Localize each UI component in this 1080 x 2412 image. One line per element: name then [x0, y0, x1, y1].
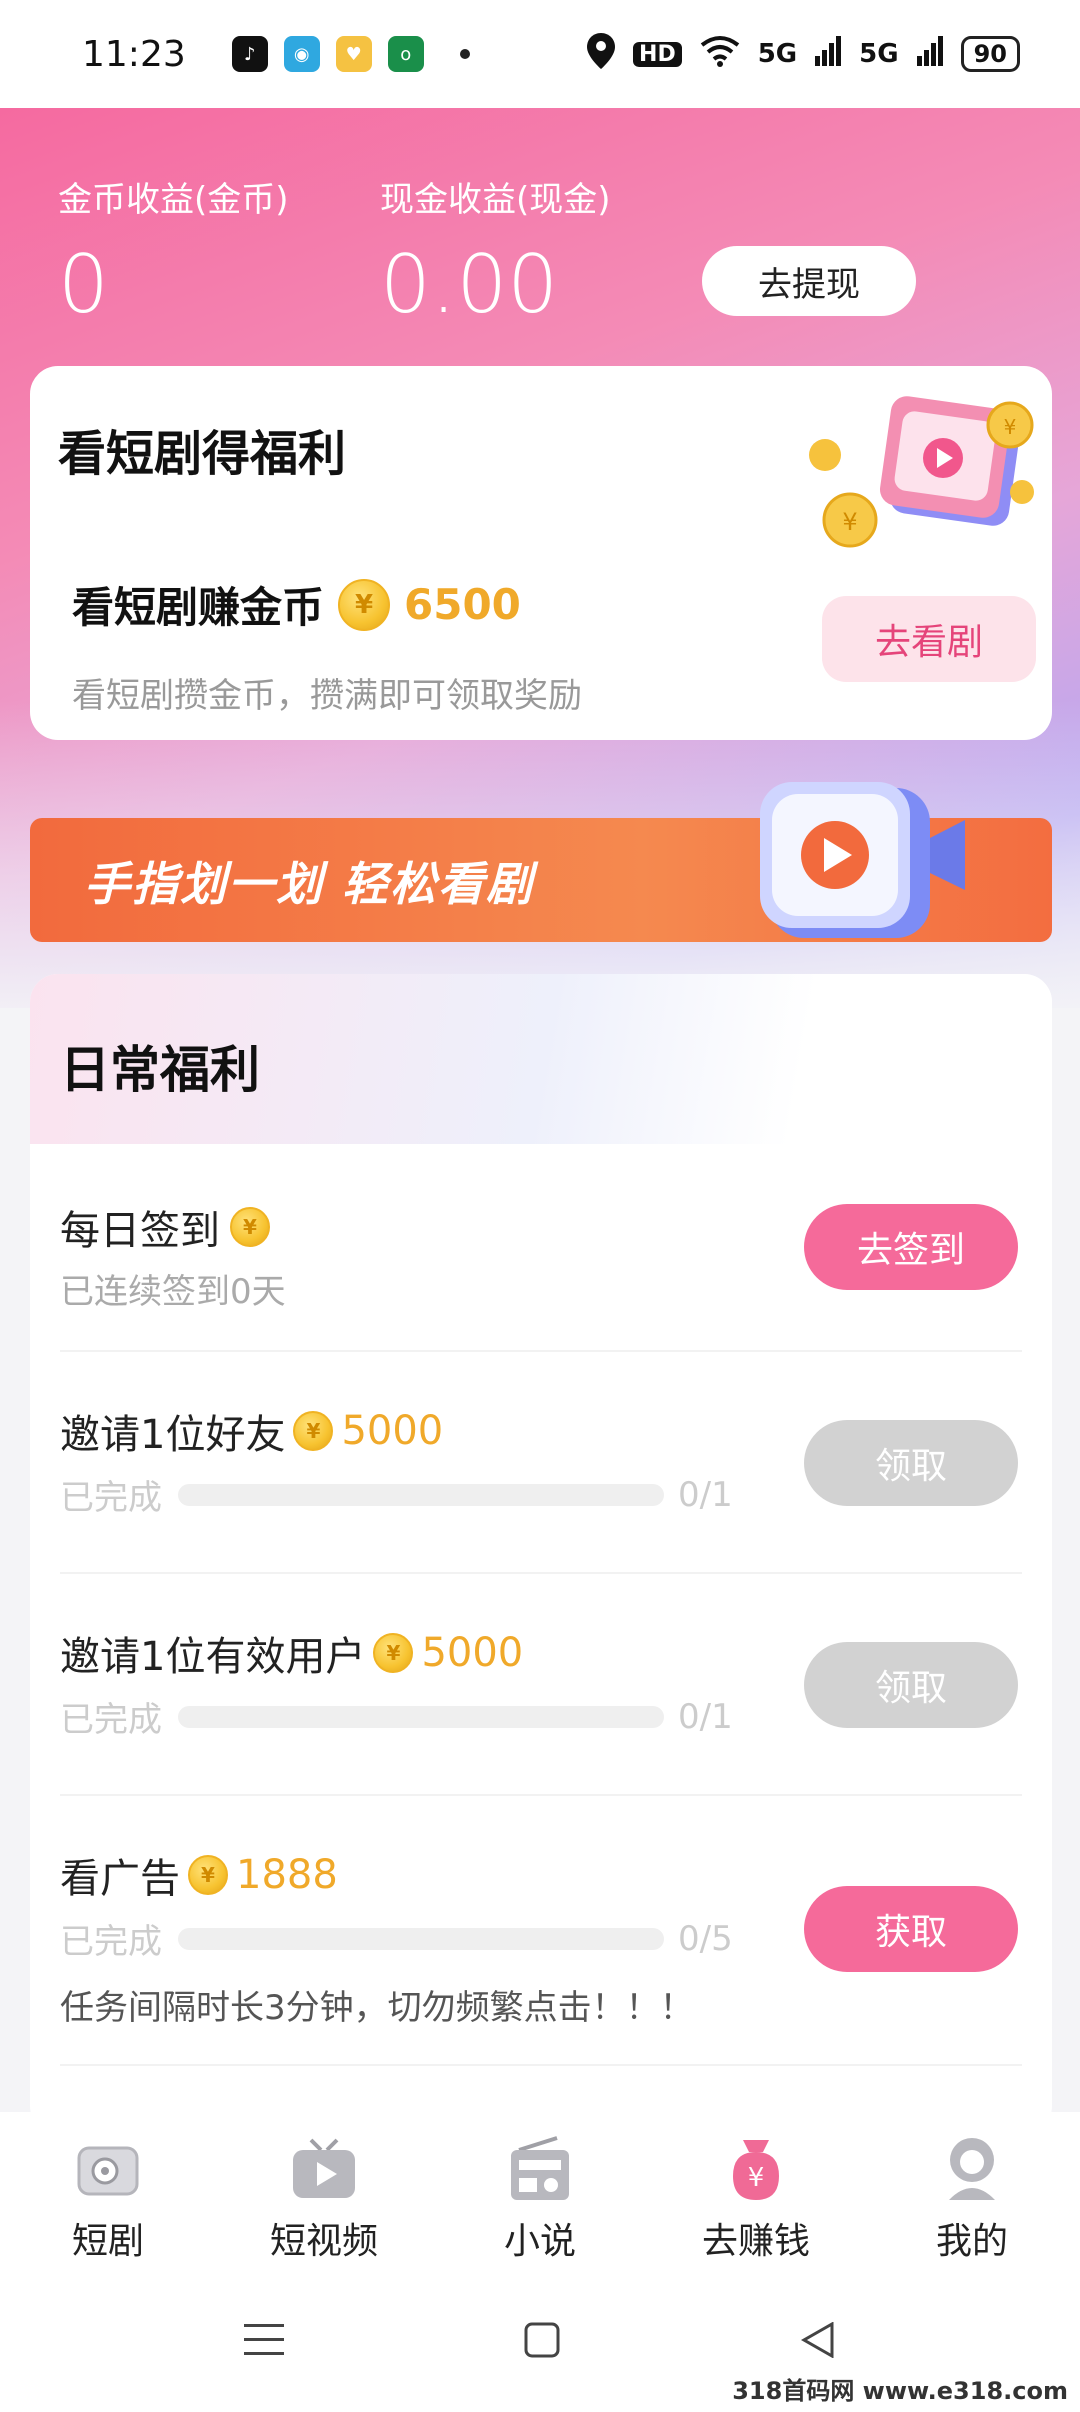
- signal-5g-icon-2: 5G: [859, 39, 899, 69]
- video-play-icon: [750, 778, 980, 948]
- claim-invite-button[interactable]: 领取: [804, 1420, 1018, 1506]
- tab-novel[interactable]: 小说: [432, 2134, 648, 2264]
- withdraw-button[interactable]: 去提现: [702, 246, 916, 316]
- task-title: 邀请1位好友 ¥ 5000: [60, 1402, 443, 1460]
- drama-coin-amount: 6500: [404, 580, 521, 629]
- home-icon[interactable]: [524, 2322, 560, 2362]
- task-coin-amount: 5000: [421, 1630, 524, 1676]
- bottom-tab-bar: 短剧 短视频 小说 ¥ 去赚钱 我的: [0, 2112, 1080, 2272]
- task-status: 已完成: [60, 1922, 162, 1962]
- banner-text: 手指划一划 轻松看剧: [84, 857, 535, 911]
- daily-title: 日常福利: [60, 1041, 260, 1099]
- drama-icon: [73, 2134, 143, 2204]
- money-bag-icon: ¥: [721, 2134, 791, 2204]
- progress-count: 0/5: [678, 1918, 733, 1959]
- task-title-text: 邀请1位好友: [60, 1412, 286, 1458]
- swipe-banner[interactable]: 手指划一划 轻松看剧: [30, 782, 1052, 942]
- svg-text:¥: ¥: [1004, 415, 1017, 439]
- watermark: 318首码网 www.e318.com: [732, 2377, 1068, 2405]
- watch-drama-button[interactable]: 去看剧: [822, 596, 1036, 682]
- daily-header: 日常福利: [30, 974, 1052, 1144]
- coin-icon: ¥: [188, 1855, 228, 1895]
- progress-bar: [178, 1705, 664, 1728]
- signal-5g-icon: 5G: [757, 39, 798, 69]
- task-progress: 已完成 0/5: [60, 1914, 733, 1963]
- divider: [60, 2064, 1022, 2066]
- status-indicators: HD 5G 5G 90: [587, 32, 1020, 76]
- coin-icon: ¥: [338, 578, 391, 631]
- coin-earnings-value: 0: [58, 238, 109, 331]
- tab-label: 去赚钱: [701, 2221, 810, 2262]
- cash-earnings-label: 现金收益(现金): [380, 180, 611, 220]
- signal-bars-icon-2: [916, 35, 943, 73]
- task-title: 邀请1位有效用户 ¥ 5000: [60, 1624, 523, 1682]
- wifi-icon: [700, 35, 740, 74]
- task-progress: 已完成 0/1: [60, 1692, 733, 1741]
- task-title-text: 每日签到: [60, 1208, 220, 1254]
- tv-illustration-icon: ¥ ¥: [790, 380, 1040, 580]
- svg-text:¥: ¥: [842, 508, 857, 536]
- task-coin-amount: 1888: [236, 1852, 338, 1898]
- svg-text:¥: ¥: [748, 2163, 765, 2193]
- coin-icon: ¥: [230, 1207, 270, 1247]
- task-title-text: 邀请1位有效用户: [60, 1634, 366, 1680]
- battery-icon: 90: [960, 36, 1020, 72]
- get-ad-reward-button[interactable]: 获取: [804, 1886, 1018, 1972]
- divider: [60, 1572, 1022, 1574]
- coin-icon: ¥: [293, 1411, 334, 1451]
- task-title-text: 看广告: [60, 1856, 180, 1902]
- menu-icon[interactable]: [244, 2322, 284, 2362]
- checkin-streak: 已连续签到0天: [60, 1272, 286, 1312]
- task-title: 看广告 ¥ 1888: [60, 1846, 338, 1904]
- divider: [60, 1350, 1022, 1352]
- radio-icon: [505, 2134, 575, 2204]
- hd-icon: HD: [633, 41, 682, 67]
- back-icon[interactable]: [800, 2321, 836, 2362]
- progress-count: 0/1: [678, 1474, 733, 1515]
- more-notifications-dot: [459, 49, 470, 59]
- tab-label: 小说: [503, 2221, 576, 2262]
- drama-reward-card: 看短剧得福利 ¥ ¥ 看短剧赚金币 ¥ 6500 看短剧攒金币，攒满即可领取奖励…: [30, 366, 1052, 740]
- ad-interval-note: 任务间隔时长3分钟，切勿频繁点击！！！: [60, 1988, 694, 2028]
- checkin-button[interactable]: 去签到: [804, 1204, 1018, 1290]
- profile-icon: [937, 2134, 1007, 2204]
- tiktok-icon: ♪: [231, 36, 268, 72]
- tab-earn-money[interactable]: ¥ 去赚钱: [648, 2134, 864, 2264]
- tab-label: 短视频: [269, 2221, 378, 2262]
- signal-bars-icon: [815, 35, 842, 73]
- progress-count: 0/1: [678, 1696, 733, 1737]
- cash-earnings-value: 0.00: [380, 238, 559, 331]
- location-icon: [587, 32, 616, 76]
- divider: [60, 1794, 1022, 1796]
- status-bar: 11:23 ♪ ◉ ♥ o HD 5G 5G 90: [0, 0, 1080, 108]
- daily-welfare-card: 日常福利 每日签到 ¥ 已连续签到0天 去签到 邀请1位好友 ¥ 5000 已完…: [30, 974, 1052, 2134]
- task-progress: 已完成 0/1: [60, 1470, 733, 1519]
- task-status: 已完成: [60, 1700, 162, 1740]
- drama-description: 看短剧攒金币，攒满即可领取奖励: [72, 676, 582, 716]
- drama-card-title: 看短剧得福利: [58, 426, 347, 482]
- task-coin-amount: 5000: [341, 1408, 444, 1454]
- progress-bar: [178, 1483, 664, 1506]
- progress-bar: [178, 1927, 664, 1950]
- coin-earnings-label: 金币收益(金币): [58, 180, 289, 220]
- tab-short-video[interactable]: 短视频: [216, 2134, 432, 2264]
- status-time: 11:23: [82, 33, 186, 75]
- oppo-notification-icon: o: [387, 36, 424, 72]
- wallet-notification-icon: ♥: [335, 36, 372, 72]
- tab-profile[interactable]: 我的: [864, 2134, 1080, 2264]
- coin-icon: ¥: [373, 1633, 414, 1673]
- tv-icon: [289, 2134, 359, 2204]
- task-status: 已完成: [60, 1478, 162, 1518]
- drama-subtitle-text: 看短剧赚金币: [72, 583, 325, 632]
- task-title: 每日签到 ¥: [60, 1198, 270, 1256]
- tab-label: 短剧: [71, 2221, 144, 2262]
- tab-label: 我的: [935, 2221, 1008, 2262]
- tab-drama[interactable]: 短剧: [0, 2134, 216, 2264]
- app-notification-icon: ◉: [283, 36, 320, 72]
- claim-valid-user-button[interactable]: 领取: [804, 1642, 1018, 1728]
- drama-subtitle: 看短剧赚金币 ¥ 6500: [72, 574, 521, 635]
